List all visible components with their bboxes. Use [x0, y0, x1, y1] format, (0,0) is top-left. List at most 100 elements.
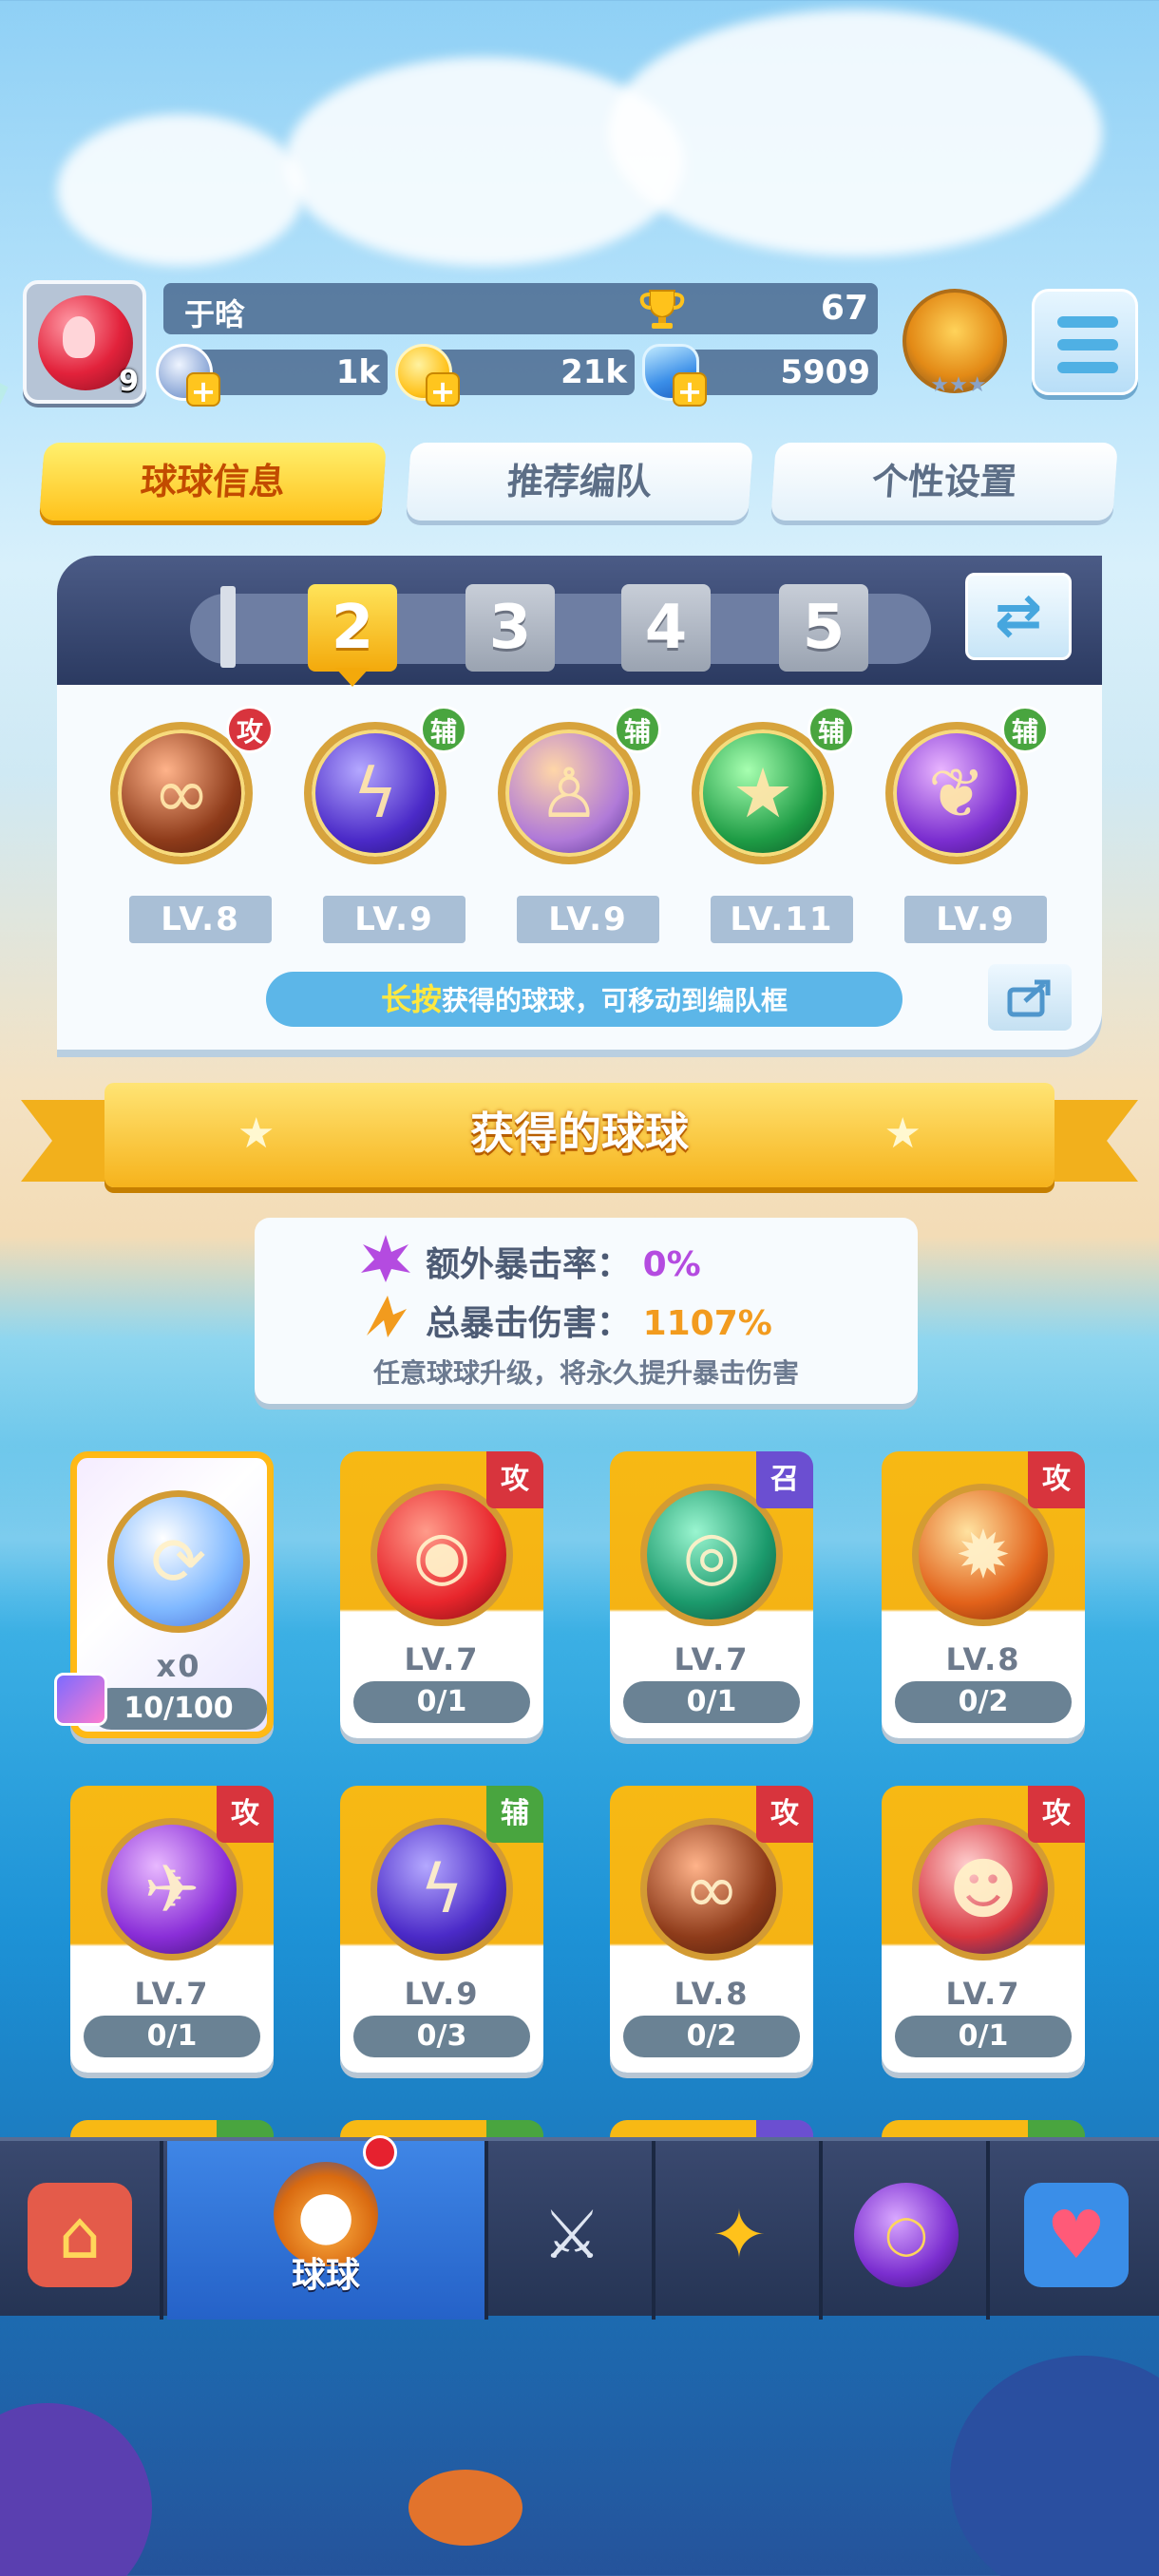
card-progress: 0/1 — [84, 2016, 260, 2057]
card-progress: 0/3 — [353, 2016, 530, 2057]
trophy-count: 67 — [820, 289, 868, 328]
rank-stars: ★★★ — [930, 373, 987, 397]
card-role-badge: 攻 — [217, 1786, 274, 1843]
star-icon: ★ — [238, 1109, 276, 1158]
card-role-badge: 攻 — [1028, 1451, 1085, 1508]
section-title: 获得的球球 — [470, 1108, 689, 1159]
team-slot-3[interactable]: 3 — [466, 584, 555, 672]
ball-role-badge: 辅 — [808, 706, 855, 753]
ball-symbol-icon: ⟳ — [150, 1523, 207, 1601]
currency-coins[interactable]: + 21k — [395, 344, 635, 408]
tab-ball-info[interactable]: 球球信息 — [39, 443, 387, 521]
active-slot-pointer — [335, 668, 370, 687]
crit-damage-icon — [367, 1296, 407, 1337]
nav-whistle[interactable]: ✦ — [659, 2141, 823, 2320]
card-level: LV.7 — [134, 1976, 210, 2012]
player-info-bar: 于晗 67 — [163, 283, 878, 334]
card-progress: 10/100 — [90, 1688, 267, 1730]
menu-line — [1057, 362, 1118, 373]
nav-balls-label: 球球 — [291, 2256, 360, 2295]
crit-damage-label: 总暴击伤害： — [426, 1304, 632, 1343]
crab-decoration — [408, 2470, 522, 2546]
card-level: LV.8 — [674, 1976, 750, 2012]
menu-button[interactable] — [1032, 289, 1138, 395]
team-slot-5[interactable]: 5 — [779, 584, 868, 672]
player-avatar[interactable]: 9 — [23, 280, 146, 404]
ball-symbol-icon: ☻ — [948, 1850, 1018, 1928]
card-progress: 0/1 — [895, 2016, 1072, 2057]
add-coins-button[interactable]: + — [426, 372, 460, 408]
card-role-badge: 攻 — [756, 1786, 813, 1843]
nav-planet[interactable]: ◯ — [826, 2141, 990, 2320]
notification-dot — [363, 2135, 397, 2169]
ball-level-tag: LV.9 — [517, 896, 659, 943]
coral-decoration — [950, 2356, 1159, 2576]
energy-value: 1k — [335, 353, 380, 391]
tab-recommended-team[interactable]: 推荐编队 — [406, 443, 753, 521]
ball-role-badge: 辅 — [420, 706, 467, 753]
bottom-nav: ⌂ ● 球球 ⚔ ✦ ◯ ♥ — [0, 2135, 1159, 2320]
card-progress: 0/1 — [623, 1681, 800, 1723]
whistle-icon: ✦ — [711, 2196, 768, 2274]
ball-symbol-icon: ✈ — [143, 1850, 200, 1928]
ball-card[interactable]: ✈ 攻 LV.7 0/1 — [70, 1786, 274, 2073]
tab-personal-settings[interactable]: 个性设置 — [770, 443, 1118, 521]
ball-symbol-icon: ◉ — [412, 1516, 471, 1594]
ball-symbol-icon: ★ — [732, 753, 794, 833]
nav-shop[interactable]: ⌂ — [0, 2141, 163, 2320]
ball-card[interactable]: ⟳ x0 10/100 — [54, 1451, 274, 1738]
ball-level-tag: LV.8 — [129, 896, 272, 943]
ball-card[interactable]: ϟ 辅 LV.9 0/3 — [340, 1786, 543, 2073]
swap-team-button[interactable]: ⇄ — [965, 573, 1072, 660]
ball-level-tag: LV.11 — [711, 896, 853, 943]
chat-heart-icon: ♥ — [1024, 2183, 1129, 2287]
card-role-badge: 召 — [756, 1451, 813, 1508]
ball-symbol-icon: ∞ — [683, 1850, 740, 1928]
ball-card[interactable]: ◉ 攻 LV.7 0/1 — [340, 1451, 543, 1738]
menu-line — [1057, 316, 1118, 328]
rank-medal-icon[interactable]: ★★★ — [902, 289, 1007, 397]
long-press-hint: 长按获得的球球，可移动到编队框 — [266, 972, 902, 1027]
obtained-balls-banner: ★ 获得的球球 ★ — [104, 1083, 1054, 1187]
hint-highlight: 长按 — [380, 981, 442, 1017]
crit-rate-row: 额外暴击率： 0% — [426, 1237, 701, 1286]
card-ball-icon: ⟳ — [107, 1490, 250, 1633]
ball-card[interactable]: ✹ 攻 LV.8 0/2 — [882, 1451, 1085, 1738]
team-slot-1[interactable] — [220, 586, 236, 668]
player-name: 于晗 — [184, 296, 246, 332]
planet-icon: ◯ — [854, 2183, 959, 2287]
ball-symbol-icon: ✹ — [955, 1516, 1012, 1594]
menu-line — [1057, 339, 1118, 350]
ball-card[interactable]: ◎ 召 LV.7 0/1 — [610, 1451, 813, 1738]
trophy-icon — [639, 290, 685, 329]
coral-decoration — [0, 2403, 152, 2576]
team-slot-4[interactable]: 4 — [621, 584, 711, 672]
add-gems-button[interactable]: + — [673, 372, 707, 408]
nav-social[interactable]: ♥ — [994, 2141, 1159, 2320]
team-slot-2[interactable]: 2 — [308, 584, 397, 672]
team-panel: 2 3 4 5 ⇄ ∞ 攻 LV.8 ϟ 辅 LV.9 ♙ 辅 LV.9 ★ 辅 LV.11 ❦ 辅 LV.… — [57, 556, 1102, 1050]
ball-role-badge: 攻 — [226, 706, 274, 753]
share-button[interactable] — [988, 964, 1072, 1031]
card-role-badge: 攻 — [486, 1451, 543, 1508]
card-level: LV.7 — [674, 1641, 750, 1677]
star-icon: ★ — [884, 1109, 922, 1158]
card-role-badge: 攻 — [1028, 1786, 1085, 1843]
ball-symbol-icon: ϟ — [352, 753, 398, 833]
ball-card[interactable]: ☻ 攻 LV.7 0/1 — [882, 1786, 1085, 2073]
crit-stats-panel: 额外暴击率： 0% 总暴击伤害： 1107% 任意球球升级，将永久提升暴击伤害 — [255, 1218, 918, 1404]
card-level: LV.7 — [404, 1641, 480, 1677]
cloud-decoration — [57, 114, 304, 266]
ball-card[interactable]: ∞ 攻 LV.8 0/2 — [610, 1786, 813, 2073]
crit-rate-label: 额外暴击率： — [426, 1245, 632, 1284]
add-energy-button[interactable]: + — [186, 372, 220, 408]
card-progress: 0/2 — [895, 1681, 1072, 1723]
flame-icon — [63, 316, 95, 358]
currency-gems[interactable]: + 5909 — [642, 344, 878, 408]
currency-energy[interactable]: + 1k — [156, 344, 388, 408]
coins-value: 21k — [560, 353, 627, 391]
nav-battle[interactable]: ⚔ — [492, 2141, 656, 2320]
nav-balls[interactable]: ● 球球 — [167, 2135, 488, 2320]
card-level: x0 — [156, 1648, 201, 1684]
ball-symbol-icon: ϟ — [419, 1850, 465, 1928]
